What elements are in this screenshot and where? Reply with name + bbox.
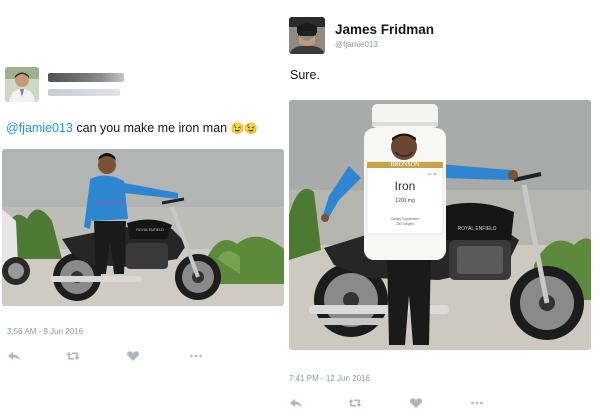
mention-link[interactable]: @fjamie013 [6, 121, 73, 135]
redacted-name [48, 73, 124, 82]
reply-text: Sure. [290, 68, 320, 82]
left-tweet-message: can you make me iron man [72, 121, 228, 135]
like-icon[interactable] [409, 397, 423, 409]
left-tank-text: ROYAL ENFIELD [136, 228, 164, 232]
reply-icon[interactable] [7, 350, 21, 362]
right-tweet-timestamp[interactable]: 7:41 PM - 12 Jun 2016 [289, 374, 370, 383]
more-icon[interactable] [470, 397, 484, 409]
right-tweet-photo[interactable]: ROYAL ENFIELD BRONSON No. 68 Iron 1200 m… [289, 100, 591, 350]
left-tweet-photo[interactable]: Dreams & Path ROYAL ENFIELD [2, 149, 284, 306]
bottle-dose: 1200 mg [395, 198, 415, 204]
wink-emoji: 😉😉 [230, 123, 259, 135]
redacted-username [48, 89, 120, 96]
left-tweet-text: @fjamie013 can you make me iron man 😉😉 [6, 121, 258, 135]
bottle-fine-print-2: 250 Softgels [396, 222, 414, 226]
like-icon[interactable] [126, 350, 140, 362]
retweet-icon[interactable] [348, 397, 362, 409]
more-icon[interactable] [189, 350, 203, 362]
reply-icon[interactable] [289, 397, 303, 409]
bottle-product: Iron [395, 179, 416, 193]
bottle-fine-print-1: Dietary Supplement [391, 217, 419, 221]
bottle-brand: BRONSON [391, 162, 420, 168]
right-tank-text: ROYAL ENFIELD [458, 226, 497, 232]
username: @fjamie013 [335, 40, 378, 49]
james-avatar[interactable] [289, 17, 325, 54]
bottle-no: No. 68 [428, 172, 437, 176]
left-avatar[interactable] [5, 67, 39, 102]
left-tweet-timestamp[interactable]: 3:56 AM - 9 Jun 2016 [7, 327, 83, 336]
tshirt-text: Dreams & Path [96, 200, 123, 205]
retweet-icon[interactable] [66, 350, 80, 362]
display-name[interactable]: James Fridman [335, 22, 434, 37]
